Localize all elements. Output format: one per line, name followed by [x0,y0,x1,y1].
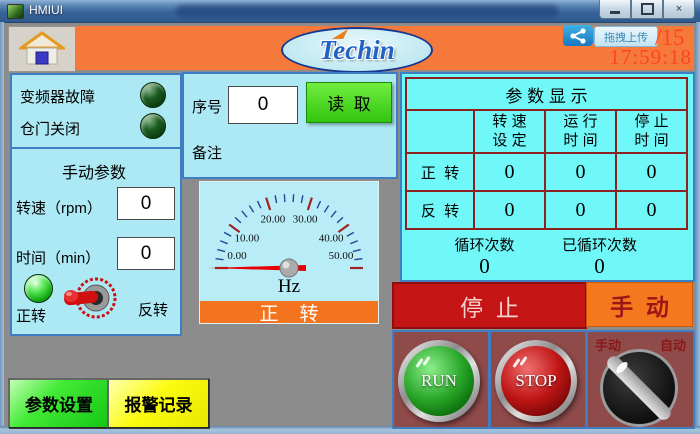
serial-label: 序号 [192,96,222,117]
stop-button-panel: STOP [489,330,587,429]
col-header-speed: 转 速 设 定 [474,110,545,153]
run-push-button[interactable]: RUN [398,340,480,422]
stop-button-label: STOP [515,371,556,391]
window-border-right [696,22,700,426]
row-header-forward: 正 转 [406,153,474,191]
svg-text:30.00: 30.00 [293,214,318,226]
upload-share-button[interactable] [563,25,593,46]
glare-mark [422,356,430,366]
brand-logo: Techin [281,27,433,73]
col-header-runtime: 运 行 时 间 [545,110,616,153]
svg-text:10.00: 10.00 [235,232,260,244]
reverse-label: 反转 [138,299,168,320]
manual-params-panel: 手动参数 转速（rpm） 0 时间（min） 0 正转 反转 [10,147,182,336]
rotary-right-label: 自动 [660,335,686,354]
speed-input[interactable]: 0 [117,187,175,220]
cell-fwd-stoptime: 0 [616,153,687,191]
close-button[interactable]: × [663,0,695,19]
rotary-handle [604,353,673,422]
app-icon [7,4,24,19]
status-panel: 变频器故障 仓门关闭 [10,73,182,149]
door-closed-label: 仓门关闭 [20,118,80,139]
serial-input[interactable]: 0 [228,86,298,124]
svg-text:20.00: 20.00 [261,214,286,226]
maximize-button[interactable] [631,0,663,19]
stop-command-button[interactable]: 停 止 [392,282,587,329]
svg-text:40.00: 40.00 [319,232,344,244]
close-icon: × [676,3,682,15]
param-display-panel: 参 数 显 示 转 速 设 定 运 行 时 间 停 止 时 间 正 转 0 0 … [400,72,695,282]
drag-upload-button[interactable]: 拖拽上传 [594,26,658,47]
share-icon [568,28,588,44]
cell-rev-speed: 0 [474,191,545,229]
param-table-title: 参 数 显 示 [406,78,687,110]
read-button[interactable]: 读 取 [306,82,392,123]
param-table-corner-cell [406,110,474,153]
window-title: HMIUI [29,3,63,17]
inverter-fault-led [140,82,166,108]
minimize-button[interactable] [599,0,631,19]
stop-push-button[interactable]: STOP [495,340,577,422]
door-closed-led [140,113,166,139]
manual-mode-button[interactable]: 手 动 [586,282,693,327]
alarm-record-button[interactable]: 报警记录 [107,378,209,428]
time-label: 时间（min） [16,247,100,268]
cell-fwd-runtime: 0 [545,153,616,191]
svg-text:50.00: 50.00 [329,250,354,262]
time-input[interactable]: 0 [117,237,175,270]
param-table: 参 数 显 示 转 速 设 定 运 行 时 间 停 止 时 间 正 转 0 0 … [405,77,688,230]
minimize-icon [610,11,620,14]
mode-rotary-switch[interactable] [600,349,678,427]
glare-mark [519,356,527,366]
direction-toggle-switch[interactable] [60,271,122,323]
cell-rev-runtime: 0 [545,191,616,229]
note-label: 备注 [192,142,222,163]
inverter-fault-label: 变频器故障 [20,86,95,107]
clock: 17:59:18 [590,45,692,70]
cycle-count-value: 0 [422,254,547,279]
home-button[interactable] [8,26,76,72]
rotary-left-label: 手动 [595,335,621,354]
hmi-window: HMIUI × Techin 拖拽上传 /15 17:59:18 变频器故障 [0,0,700,434]
cycle-count-label: 循环次数 [422,234,547,255]
frequency-gauge-panel: 0.00 10.0020.00 30.0040.00 50.00 Hz 正 转 [200,182,378,323]
param-settings-button[interactable]: 参数设置 [8,378,109,428]
run-button-label: RUN [421,371,457,391]
gauge-unit-label: Hz [200,276,378,298]
run-button-panel: RUN [392,330,490,429]
read-panel: 序号 0 读 取 备注 [182,72,398,179]
brand-logo-text: Techin [319,35,395,66]
svg-text:0.00: 0.00 [227,250,247,262]
rotation-status-banner: 正 转 [200,301,378,323]
row-header-reverse: 反 转 [406,191,474,229]
home-icon [19,31,65,67]
forward-label: 正转 [16,305,46,326]
title-bar: HMIUI × [0,0,700,23]
cell-rev-stoptime: 0 [616,191,687,229]
manual-params-title: 手动参数 [12,159,176,183]
cycled-count-label: 已循环次数 [537,234,662,255]
mode-selector-panel: 手动 自动 [586,330,695,429]
col-header-stoptime: 停 止 时 间 [616,110,687,153]
cell-fwd-speed: 0 [474,153,545,191]
forward-led [24,274,53,303]
speed-label: 转速（rpm） [16,197,102,218]
redacted-title-text [176,5,558,17]
maximize-icon [641,3,654,15]
window-border-left [0,22,4,426]
cycled-count-value: 0 [537,254,662,279]
window-controls: × [599,0,695,19]
